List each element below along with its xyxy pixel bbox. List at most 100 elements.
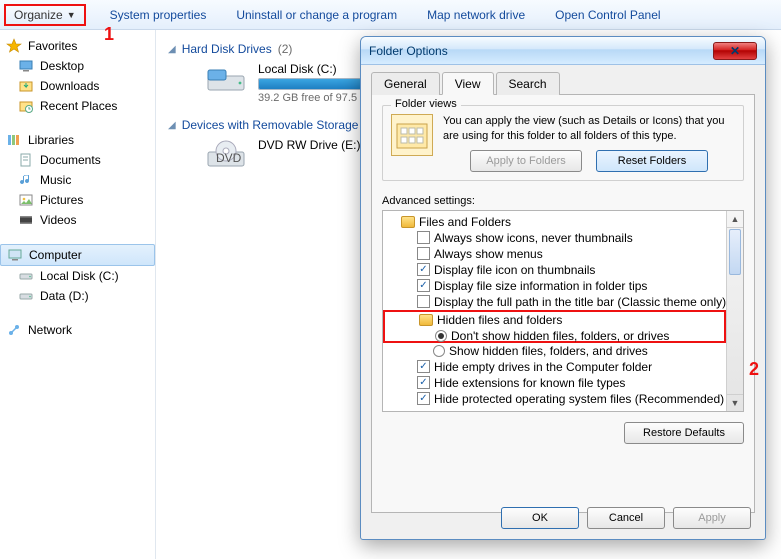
organize-menu[interactable]: Organize ▼	[4, 4, 86, 26]
dialog-titlebar[interactable]: Folder Options ✕	[361, 37, 765, 65]
network-header[interactable]: Network	[0, 320, 155, 340]
tree-row[interactable]: Show hidden files, folders, and drives	[429, 343, 726, 359]
pictures-icon	[18, 192, 34, 208]
tree-row[interactable]: Hide empty drives in the Computer folder	[413, 359, 726, 375]
tree-row[interactable]: Display file size information in folder …	[413, 278, 726, 294]
tree-row[interactable]: Always show icons, never thumbnails	[413, 230, 726, 246]
label: Hidden files and folders	[437, 313, 562, 327]
reset-folders-button[interactable]: Reset Folders	[596, 150, 708, 172]
tab-search[interactable]: Search	[496, 72, 560, 95]
sidebar-item-videos[interactable]: Videos	[0, 210, 155, 230]
radio[interactable]	[433, 345, 445, 357]
favorites-header[interactable]: Favorites	[0, 36, 155, 56]
hdd-title: Hard Disk Drives	[182, 42, 272, 56]
scroll-thumb[interactable]	[729, 229, 741, 275]
favorites-group: Favorites Desktop Downloads Recent Place…	[0, 36, 155, 116]
label: Documents	[40, 153, 101, 167]
restore-defaults-button[interactable]: Restore Defaults	[624, 422, 744, 444]
folder-options-dialog: Folder Options ✕ General View Search Fol…	[360, 36, 766, 540]
checkbox[interactable]	[417, 392, 430, 405]
map-network-drive-link[interactable]: Map network drive	[421, 4, 531, 26]
uninstall-link[interactable]: Uninstall or change a program	[230, 4, 403, 26]
folder-icon	[419, 314, 433, 326]
label: Data (D:)	[40, 289, 89, 303]
system-properties-link[interactable]: System properties	[104, 4, 213, 26]
sidebar-item-pictures[interactable]: Pictures	[0, 190, 155, 210]
sidebar-item-music[interactable]: Music	[0, 170, 155, 190]
apply-button[interactable]: Apply	[673, 507, 751, 529]
tree-row[interactable]: Always show menus	[413, 246, 726, 262]
downloads-icon	[18, 78, 34, 94]
network-group: Network	[0, 320, 155, 340]
advanced-settings-list[interactable]: Files and Folders Always show icons, neve…	[383, 211, 726, 411]
svg-text:DVD: DVD	[216, 151, 242, 165]
label: Don't show hidden files, folders, or dri…	[451, 329, 669, 343]
scrollbar[interactable]: ▲ ▼	[726, 211, 743, 411]
label: Pictures	[40, 193, 83, 207]
sidebar-item-desktop[interactable]: Desktop	[0, 56, 155, 76]
close-button[interactable]: ✕	[713, 42, 757, 60]
tab-view[interactable]: View	[442, 72, 494, 95]
tree-row[interactable]: Hidden files and folders	[415, 312, 724, 328]
checkbox[interactable]	[417, 360, 430, 373]
dialog-title: Folder Options	[369, 44, 448, 58]
folder-views-icon	[391, 114, 433, 156]
label: Libraries	[28, 133, 74, 147]
sidebar: Favorites Desktop Downloads Recent Place…	[0, 30, 156, 559]
tree-row[interactable]: Hide protected operating system files (R…	[413, 391, 726, 407]
collapse-icon: ◢	[168, 44, 176, 55]
close-icon: ✕	[730, 44, 740, 58]
chevron-down-icon: ▼	[67, 10, 76, 20]
tab-strip: General View Search	[371, 71, 755, 95]
label: Downloads	[40, 79, 99, 93]
label: Recent Places	[40, 99, 117, 113]
label: Show hidden files, folders, and drives	[449, 344, 648, 358]
tree-row[interactable]: Hide extensions for known file types	[413, 375, 726, 391]
label: Music	[40, 173, 71, 187]
checkbox[interactable]	[417, 247, 430, 260]
sidebar-item-documents[interactable]: Documents	[0, 150, 155, 170]
folder-views-text: You can apply the view (such as Details …	[443, 114, 735, 144]
label: Files and Folders	[419, 215, 511, 229]
dialog-footer: OK Cancel Apply	[501, 507, 751, 529]
tree-row[interactable]: Display file icon on thumbnails	[413, 262, 726, 278]
checkbox[interactable]	[417, 376, 430, 389]
advanced-settings-box: Files and Folders Always show icons, neve…	[382, 210, 744, 412]
star-icon	[6, 38, 22, 54]
scroll-up-icon[interactable]: ▲	[727, 211, 743, 228]
tree-row[interactable]: Don't show hidden files, folders, or dri…	[431, 328, 724, 344]
libraries-group: Libraries Documents Music Pictures Video…	[0, 130, 155, 230]
label: Desktop	[40, 59, 84, 73]
computer-group: Computer Local Disk (C:) Data (D:)	[0, 244, 155, 306]
checkbox[interactable]	[417, 279, 430, 292]
computer-header[interactable]: Computer	[0, 244, 155, 266]
label: Hide protected operating system files (R…	[434, 392, 724, 406]
dialog-body: General View Search Folder views You can…	[361, 65, 765, 523]
label: Always show icons, never thumbnails	[434, 231, 633, 245]
tree-row[interactable]: Display the full path in the title bar (…	[413, 294, 726, 310]
toolbar: Organize ▼ System properties Uninstall o…	[0, 0, 781, 30]
open-control-panel-link[interactable]: Open Control Panel	[549, 4, 666, 26]
apply-to-folders-button[interactable]: Apply to Folders	[470, 150, 582, 172]
sidebar-item-localdisk-c[interactable]: Local Disk (C:)	[0, 266, 155, 286]
checkbox[interactable]	[417, 231, 430, 244]
videos-icon	[18, 212, 34, 228]
ok-button[interactable]: OK	[501, 507, 579, 529]
tree-row[interactable]: Files and Folders	[397, 214, 726, 230]
organize-label: Organize	[14, 8, 63, 22]
sidebar-item-recent[interactable]: Recent Places	[0, 96, 155, 116]
folder-views-legend: Folder views	[391, 98, 461, 110]
hdd-count: (2)	[278, 42, 293, 56]
sidebar-item-downloads[interactable]: Downloads	[0, 76, 155, 96]
label: Display the full path in the title bar (…	[434, 295, 726, 309]
libraries-header[interactable]: Libraries	[0, 130, 155, 150]
sidebar-item-data-d[interactable]: Data (D:)	[0, 286, 155, 306]
cancel-button[interactable]: Cancel	[587, 507, 665, 529]
scroll-down-icon[interactable]: ▼	[727, 394, 743, 411]
radio[interactable]	[435, 330, 447, 342]
drive-info: DVD RW Drive (E:)	[258, 138, 360, 152]
tab-general[interactable]: General	[371, 72, 440, 95]
dvd-icon: DVD	[204, 138, 248, 174]
checkbox[interactable]	[417, 295, 430, 308]
checkbox[interactable]	[417, 263, 430, 276]
